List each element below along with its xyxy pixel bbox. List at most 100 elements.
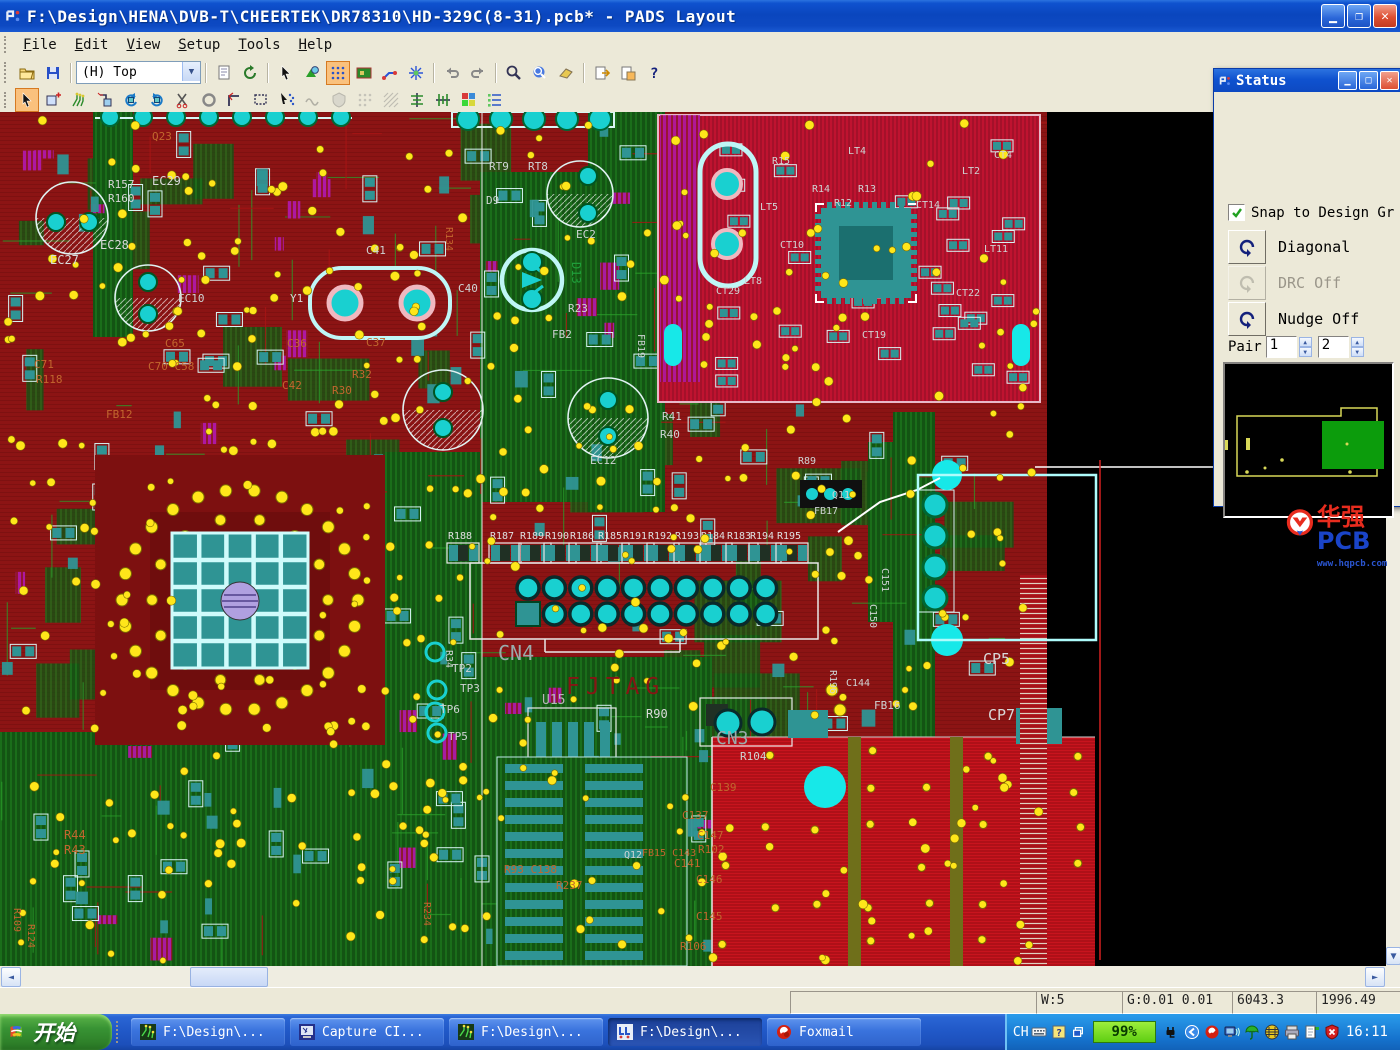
printer-icon[interactable]	[1284, 1024, 1300, 1040]
cut-traces-icon[interactable]	[171, 88, 195, 112]
zoom-icon[interactable]	[502, 61, 526, 85]
menu-view[interactable]: View	[117, 35, 169, 55]
menu-tools[interactable]: Tools	[229, 35, 289, 55]
foxmail-tray-icon[interactable]	[1204, 1024, 1220, 1040]
network-file-icon[interactable]	[1304, 1024, 1320, 1040]
shapes-icon[interactable]	[300, 61, 324, 85]
layer-selector-dropdown[interactable]: (H) Top▼	[76, 61, 201, 84]
menu-file[interactable]: File	[14, 35, 66, 55]
status-window-titlebar[interactable]: Status ▁ □ ✕	[1214, 69, 1400, 92]
redo-icon[interactable]	[466, 61, 490, 85]
pair1-spinner[interactable]: ▲▼	[1299, 337, 1312, 357]
svg-text:R189: R189	[520, 531, 544, 542]
cursor-icon[interactable]	[274, 61, 298, 85]
align-v-icon[interactable]	[405, 88, 429, 112]
status-close-button[interactable]: ✕	[1380, 71, 1399, 90]
board-preview-panel[interactable]	[1223, 362, 1394, 518]
pair1-up-arrow[interactable]: ▲	[1299, 337, 1312, 347]
umbrella-antivirus-icon[interactable]	[1244, 1024, 1260, 1040]
taskbar-item-fdesign[interactable]: F:\Design\...	[608, 1018, 762, 1046]
select-rect-icon[interactable]	[249, 88, 273, 112]
minimize-button[interactable]: ▁	[1321, 4, 1345, 28]
start-button[interactable]: 开始	[0, 1014, 112, 1050]
menu-edit[interactable]: Edit	[66, 35, 118, 55]
taskbar-item-fdesign[interactable]: F:\Design\...	[131, 1018, 285, 1046]
keyboard-icon[interactable]	[1031, 1024, 1047, 1040]
pair1-down-arrow[interactable]: ▼	[1299, 347, 1312, 357]
pair2-spinner[interactable]: ▲▼	[1351, 337, 1364, 357]
language-help-icon[interactable]: ?	[1051, 1024, 1067, 1040]
taskbar-item-foxmail[interactable]: Foxmail	[767, 1018, 921, 1046]
svg-text:Y1: Y1	[290, 292, 303, 305]
scroll-right-button[interactable]: ►	[1365, 967, 1385, 987]
svg-text:R44: R44	[64, 828, 86, 842]
svg-text:R237: R237	[556, 879, 583, 892]
security-alert-icon[interactable]	[1324, 1024, 1340, 1040]
route-icon[interactable]	[378, 61, 402, 85]
menu-help[interactable]: Help	[290, 35, 342, 55]
props-icon[interactable]	[212, 61, 236, 85]
list-view-icon[interactable]	[483, 88, 507, 112]
svg-text:EC28: EC28	[100, 238, 129, 252]
firewall-shield-icon[interactable]	[1264, 1024, 1280, 1040]
traces-icon[interactable]	[67, 88, 91, 112]
collapse-chevron-icon[interactable]	[1184, 1024, 1200, 1040]
autoroute-icon[interactable]	[404, 61, 428, 85]
pair2-up-arrow[interactable]: ▲	[1351, 337, 1364, 347]
cursor-icon[interactable]	[15, 88, 39, 112]
snap-checkbox[interactable]	[1228, 204, 1245, 221]
horizontal-scrollbar[interactable]: ◄ ►	[0, 966, 1400, 987]
undo-icon[interactable]	[440, 61, 464, 85]
zoom-select-icon[interactable]	[528, 61, 552, 85]
rotate-cw-icon[interactable]	[145, 88, 169, 112]
taskbar-clock[interactable]: 16:11	[1346, 1024, 1388, 1040]
rotate-ccw-icon[interactable]	[119, 88, 143, 112]
board-icon[interactable]	[352, 61, 376, 85]
power-plug-icon[interactable]	[1164, 1024, 1180, 1040]
scroll-left-button[interactable]: ◄	[1, 967, 21, 987]
eraser-icon[interactable]	[554, 61, 578, 85]
refresh-icon[interactable]	[238, 61, 262, 85]
nudge-row: Nudge Off	[1228, 302, 1359, 336]
scroll-down-button[interactable]: ▼	[1386, 947, 1400, 965]
close-button[interactable]: ✕	[1373, 4, 1397, 28]
language-indicator[interactable]: CH	[1013, 1025, 1029, 1040]
battery-indicator[interactable]: 99%	[1093, 1021, 1156, 1043]
monitor-icon[interactable]	[1224, 1024, 1240, 1040]
pair1-input[interactable]: 1	[1266, 336, 1297, 358]
menu-setup[interactable]: Setup	[169, 35, 229, 55]
select-net-icon[interactable]	[275, 88, 299, 112]
diagonal-toggle-button[interactable]	[1228, 230, 1266, 264]
layer-colors-icon[interactable]	[457, 88, 481, 112]
snap-to-grid-row[interactable]: Snap to Design Gr	[1228, 204, 1394, 221]
svg-text:RT8: RT8	[528, 160, 548, 173]
grid-icon[interactable]	[326, 61, 350, 85]
svg-text:TP2: TP2	[452, 662, 472, 675]
restore-button[interactable]: ❐	[1347, 4, 1371, 28]
status-floating-window[interactable]: Status ▁ □ ✕ Snap to Design Gr Diagonal …	[1213, 68, 1400, 507]
pick-corner-icon[interactable]	[223, 88, 247, 112]
save-icon[interactable]	[41, 61, 65, 85]
corner-move-icon[interactable]	[93, 88, 117, 112]
svg-text:R183: R183	[727, 531, 751, 542]
status-minimize-button[interactable]: ▁	[1338, 71, 1357, 90]
nudge-toggle-button[interactable]	[1228, 302, 1266, 336]
import-icon[interactable]	[616, 61, 640, 85]
export-icon[interactable]	[590, 61, 614, 85]
taskbar-item-captureci[interactable]: Capture CI...	[290, 1018, 444, 1046]
language-restore-icon[interactable]	[1071, 1025, 1085, 1039]
dropdown-arrow-icon[interactable]: ▼	[182, 62, 200, 81]
circle-tool-icon[interactable]	[197, 88, 221, 112]
taskbar-item-fdesign[interactable]: F:\Design\...	[449, 1018, 603, 1046]
title-bar[interactable]: F:\Design\HENA\DVB-T\CHEERTEK\DR78310\HD…	[0, 0, 1400, 32]
status-maximize-button[interactable]: □	[1359, 71, 1378, 90]
svg-text:R193: R193	[675, 531, 699, 542]
open-icon[interactable]	[15, 61, 39, 85]
pair2-input[interactable]: 2	[1318, 336, 1349, 358]
help-icon[interactable]: ?	[642, 61, 666, 85]
hscroll-thumb[interactable]	[190, 967, 268, 987]
align-h-icon[interactable]	[431, 88, 455, 112]
pcb-canvas[interactable]: R188R187R189R190R186R185R191R192R193R184…	[0, 112, 1400, 966]
pair2-down-arrow[interactable]: ▼	[1351, 347, 1364, 357]
add-box-icon[interactable]	[41, 88, 65, 112]
